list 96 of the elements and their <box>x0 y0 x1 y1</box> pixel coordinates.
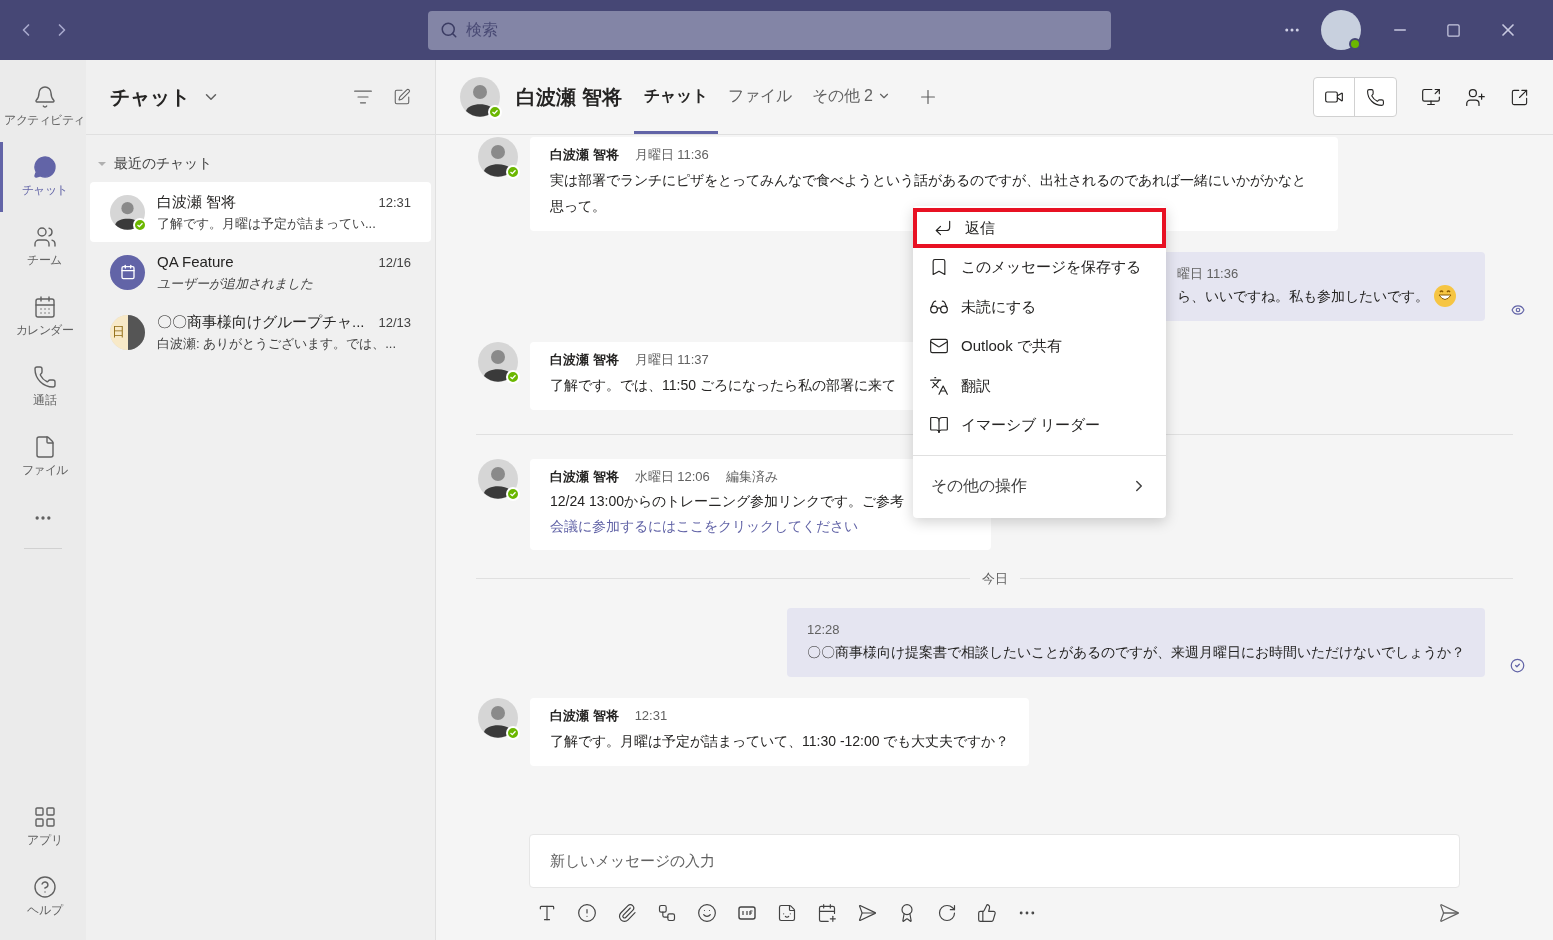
search-field[interactable]: 検索 <box>428 10 1111 50</box>
sticker-icon[interactable] <box>777 903 797 923</box>
search-input[interactable]: 検索 <box>466 18 1099 42</box>
paperclip-icon[interactable] <box>617 903 637 923</box>
panel-title: チャット <box>110 85 190 110</box>
apps-icon <box>32 805 57 829</box>
refresh-icon[interactable] <box>937 903 957 923</box>
avatar-silhouette <box>460 77 500 117</box>
chat-list-item[interactable]: 日 〇〇商事様向けグループチャ... 12/13 白波瀬: ありがとうございます。では、... <box>90 302 431 362</box>
profile-avatar[interactable] <box>1321 10 1361 50</box>
calendar-icon <box>32 295 57 319</box>
chat-list-item[interactable]: QA Feature 12/16 ユーザーが追加されました <box>90 242 431 302</box>
avatar-silhouette <box>478 137 518 177</box>
menu-item[interactable]: イマーシブ リーダー <box>913 405 1166 445</box>
book-icon <box>929 415 949 436</box>
send-icon[interactable] <box>1438 902 1460 924</box>
add-people-icon[interactable] <box>1465 86 1486 108</box>
phone-icon <box>1366 87 1385 107</box>
calendar-plus-icon[interactable] <box>817 903 837 923</box>
pop-out-icon[interactable] <box>1510 87 1529 107</box>
conversation-title: 白波瀬 智将 <box>516 85 622 110</box>
message-text: 了解です。では、11:50 ごろになったら私の部署に来て <box>550 375 896 395</box>
like-icon[interactable] <box>977 903 997 923</box>
compose-icon[interactable] <box>393 88 411 106</box>
chat-preview: ユーザーが追加されました <box>157 274 314 293</box>
conversation-tab[interactable]: ファイル <box>717 60 802 134</box>
search-icon <box>440 21 458 39</box>
menu-item[interactable]: 未読にする <box>913 287 1166 327</box>
menu-item[interactable]: Outlook で共有 <box>913 326 1166 366</box>
available-status-icon <box>506 370 520 384</box>
emoji-icon[interactable] <box>697 903 717 923</box>
rail-item[interactable]: ファイル <box>0 422 86 492</box>
share-screen-icon[interactable] <box>1421 87 1441 107</box>
menu-item[interactable]: 返信 <box>913 208 1166 248</box>
avatar-silhouette <box>478 458 518 499</box>
chat-name: QA Feature <box>157 252 234 272</box>
author-name: 白波瀬 智将 <box>550 467 619 486</box>
rail-item[interactable]: カレンダー <box>0 282 86 352</box>
avatar-silhouette <box>110 194 145 230</box>
group-avatar: 日 <box>110 314 145 350</box>
compose-input[interactable]: 新しいメッセージの入力 <box>550 849 1439 873</box>
loop-icon[interactable] <box>657 903 677 923</box>
chat-time: 12/16 <box>378 254 411 272</box>
format-icon[interactable] <box>537 903 557 923</box>
menu-item[interactable]: 翻訳 <box>913 366 1166 406</box>
available-status-icon <box>488 105 502 119</box>
chat-preview: 了解です。月曜は予定が詰まってい... <box>157 214 377 233</box>
rail-item[interactable]: アプリ <box>0 792 86 862</box>
avatar-silhouette <box>478 342 518 382</box>
message-time: 月曜日 11:37 <box>634 351 709 369</box>
translate-icon <box>929 375 949 396</box>
message-time: 水曜日 12:06 <box>634 467 710 486</box>
rail-item[interactable]: 通話 <box>0 352 86 422</box>
maximize-icon[interactable] <box>1446 22 1461 38</box>
join-meeting-link[interactable]: 会議に参加するにはここをクリックしてください <box>550 518 858 534</box>
message-text: ら、いいですね。私も参加したいです。 <box>1177 287 1429 306</box>
avatar-silhouette <box>478 698 518 738</box>
rail-item[interactable]: チーム <box>0 212 86 282</box>
chat-icon <box>32 155 57 179</box>
chat-preview: 白波瀬: ありがとうございます。では、... <box>157 334 398 353</box>
message-time: 月曜日 11:36 <box>634 146 709 164</box>
gif-icon[interactable] <box>737 903 757 923</box>
message-time: 12:31 <box>634 707 668 725</box>
available-status-icon <box>506 726 520 740</box>
author-name: 白波瀬 智将 <box>550 351 619 369</box>
calendar-icon <box>119 264 136 280</box>
available-status-icon <box>506 165 520 179</box>
author-name: 白波瀬 智将 <box>550 707 619 725</box>
message-text: 〇〇商事様向け提案書で相談したいことがあるのですが、来週月曜日にお時間いただけないでしょうか？ <box>807 643 1465 662</box>
phone-icon <box>32 365 57 389</box>
edited-label: 編集済み <box>725 467 778 486</box>
people-icon <box>32 225 57 249</box>
bell-icon <box>32 85 57 109</box>
help-icon <box>32 875 57 899</box>
conversation-tab[interactable]: チャット <box>633 60 718 134</box>
menu-item[interactable]: このメッセージを保存する <box>913 247 1166 287</box>
author-name: 白波瀬 智将 <box>550 146 619 164</box>
rail-item[interactable]: ヘルプ <box>0 862 86 932</box>
chat-name: 白波瀬 智将 <box>157 192 237 212</box>
exclamation-icon[interactable] <box>577 903 597 923</box>
chat-list-item[interactable]: 白波瀬 智将 12:31 了解です。月曜は予定が詰まってい... <box>90 182 431 242</box>
chat-name: 〇〇商事様向けグループチャ... <box>157 312 365 332</box>
date-divider-label: 今日 <box>981 570 1008 588</box>
menu-item[interactable]: その他の操作 <box>913 456 1166 516</box>
message-time: 12:28 <box>807 620 841 639</box>
message-time: 曜日 11:36 <box>1177 264 1240 283</box>
message-text: 了解です。月曜は予定が詰まっていて、11:30 -12:00 でも大丈夫ですか？ <box>550 731 1010 751</box>
message-compose-field[interactable]: 新しいメッセージの入力 <box>529 834 1460 888</box>
chat-time: 12/13 <box>378 314 411 332</box>
rail-item[interactable]: アクティビティ <box>0 72 86 142</box>
conversation-tab[interactable]: その他 2 <box>801 60 901 134</box>
recent-chats-section[interactable]: 最近のチャット <box>86 153 435 174</box>
caret-down-icon <box>98 159 106 168</box>
message-text: 12/24 13:00からのトレーニング参加リンクです。ご参考 <box>550 492 904 511</box>
chat-time: 12:31 <box>378 194 411 212</box>
available-status-icon <box>1349 38 1361 50</box>
